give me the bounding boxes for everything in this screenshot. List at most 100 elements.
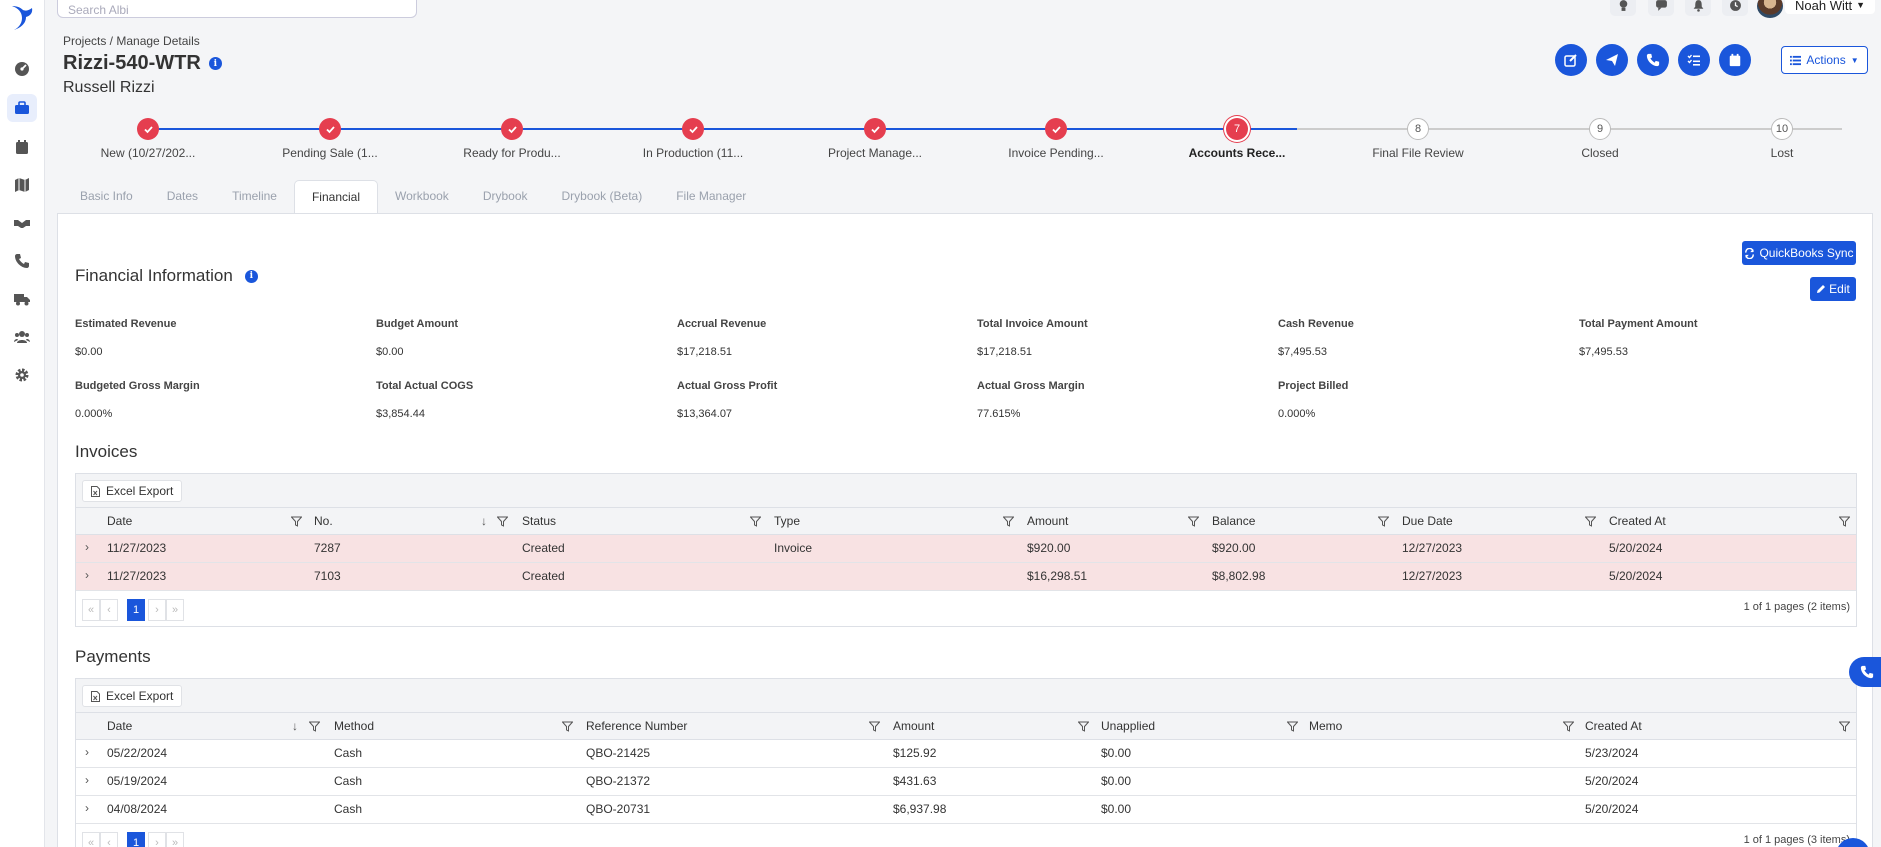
expand-row-icon[interactable]: ›	[85, 796, 89, 820]
first-page-button[interactable]: «	[82, 832, 100, 847]
expand-row-icon[interactable]: ›	[85, 563, 89, 587]
sidebar-item-map[interactable]	[7, 171, 37, 199]
filter-icon[interactable]	[750, 516, 761, 527]
sort-down-icon[interactable]: ↓	[481, 514, 487, 528]
tab-financial[interactable]: Financial	[293, 180, 378, 214]
schedule-button[interactable]	[1719, 44, 1751, 76]
step-new[interactable]: New (10/27/202...	[68, 118, 228, 160]
table-row[interactable]: › 04/08/2024 Cash QBO-20731 $6,937.98 $0…	[76, 796, 1856, 824]
step-in-production[interactable]: In Production (11...	[613, 118, 773, 160]
next-page-button[interactable]: ›	[148, 599, 166, 621]
table-row[interactable]: › 11/27/2023 7103 Created $16,298.51 $8,…	[76, 563, 1856, 591]
sidebar-item-users[interactable]	[7, 323, 37, 351]
step-final-file-review[interactable]: 8 Final File Review	[1338, 118, 1498, 160]
expand-row-icon[interactable]: ›	[85, 535, 89, 559]
albi-logo[interactable]	[6, 2, 36, 32]
history-button[interactable]	[1722, 0, 1748, 16]
filter-icon[interactable]	[1839, 721, 1850, 732]
step-lost[interactable]: 10 Lost	[1702, 118, 1862, 160]
last-page-button[interactable]: »	[166, 599, 184, 621]
table-row[interactable]: › 11/27/2023 7287 Created Invoice $920.0…	[76, 535, 1856, 563]
step-pending-sale[interactable]: Pending Sale (1...	[250, 118, 410, 160]
filter-icon[interactable]	[309, 721, 320, 732]
column-header-method[interactable]: Method	[334, 713, 374, 740]
column-header-due-date[interactable]: Due Date	[1402, 508, 1453, 535]
step-project-management[interactable]: Project Manage...	[795, 118, 955, 160]
avatar[interactable]	[1757, 0, 1783, 18]
last-page-button[interactable]: »	[166, 832, 184, 847]
next-page-button[interactable]: ›	[148, 832, 166, 847]
user-menu[interactable]: Noah Witt ▼	[1785, 0, 1875, 14]
info-icon[interactable]: i	[244, 269, 258, 283]
column-header-memo[interactable]: Memo	[1309, 713, 1342, 740]
filter-icon[interactable]	[1078, 721, 1089, 732]
tab-workbook[interactable]: Workbook	[378, 180, 466, 213]
tasks-button[interactable]	[1678, 44, 1710, 76]
first-page-button[interactable]: «	[82, 599, 100, 621]
table-row[interactable]: › 05/19/2024 Cash QBO-21372 $431.63 $0.0…	[76, 768, 1856, 796]
column-header-amount[interactable]: Amount	[893, 713, 934, 740]
column-header-created-at[interactable]: Created At	[1585, 713, 1642, 740]
sidebar-item-settings[interactable]	[7, 361, 37, 389]
invoices-excel-export-button[interactable]: Excel Export	[82, 480, 183, 502]
column-header-date[interactable]: Date	[107, 713, 132, 740]
sidebar-item-calls[interactable]	[7, 247, 37, 275]
filter-icon[interactable]	[1003, 516, 1014, 527]
table-row[interactable]: › 05/22/2024 Cash QBO-21425 $125.92 $0.0…	[76, 740, 1856, 768]
expand-row-icon[interactable]: ›	[85, 740, 89, 764]
filter-icon[interactable]	[869, 721, 880, 732]
lightbulb-button[interactable]	[1610, 0, 1636, 16]
edit-project-button[interactable]	[1555, 44, 1587, 76]
filter-icon[interactable]	[1188, 516, 1199, 527]
column-header-reference-number[interactable]: Reference Number	[586, 713, 687, 740]
call-button[interactable]	[1637, 44, 1669, 76]
tab-file-manager[interactable]: File Manager	[659, 180, 763, 213]
prev-page-button[interactable]: ‹	[100, 832, 118, 847]
column-header-created-at[interactable]: Created At	[1609, 508, 1666, 535]
chat-button[interactable]	[1648, 0, 1674, 16]
quickbooks-sync-button[interactable]: QuickBooks Sync	[1742, 241, 1856, 265]
tab-timeline[interactable]: Timeline	[215, 180, 294, 213]
edit-button[interactable]: Edit	[1810, 277, 1856, 301]
column-header-status[interactable]: Status	[522, 508, 556, 535]
filter-icon[interactable]	[1563, 721, 1574, 732]
tab-basic-info[interactable]: Basic Info	[63, 180, 150, 213]
step-ready-for-production[interactable]: Ready for Produ...	[432, 118, 592, 160]
search-input[interactable]: Search Albi	[57, 0, 417, 18]
sidebar-item-equipment[interactable]	[7, 285, 37, 313]
sidebar-item-projects[interactable]	[7, 94, 37, 122]
info-icon[interactable]: i	[208, 57, 222, 70]
step-accounts-receivable[interactable]: 7 Accounts Rece...	[1157, 118, 1317, 160]
actions-dropdown[interactable]: Actions ▼	[1781, 46, 1868, 74]
send-button[interactable]	[1596, 44, 1628, 76]
sidebar-item-calendar[interactable]	[7, 133, 37, 161]
tab-dates[interactable]: Dates	[150, 180, 215, 213]
page-number-button[interactable]: 1	[127, 599, 145, 621]
page-number-button[interactable]: 1	[127, 832, 145, 847]
filter-icon[interactable]	[497, 516, 508, 527]
column-header-balance[interactable]: Balance	[1212, 508, 1255, 535]
column-header-unapplied[interactable]: Unapplied	[1101, 713, 1155, 740]
filter-icon[interactable]	[1839, 516, 1850, 527]
step-invoice-pending[interactable]: Invoice Pending...	[976, 118, 1136, 160]
column-header-date[interactable]: Date	[107, 508, 132, 535]
tab-drybook[interactable]: Drybook	[466, 180, 545, 213]
sort-down-icon[interactable]: ↓	[292, 719, 298, 733]
filter-icon[interactable]	[1287, 721, 1298, 732]
notifications-button[interactable]	[1685, 0, 1711, 16]
column-header-type[interactable]: Type	[774, 508, 800, 535]
sidebar-item-partners[interactable]	[7, 209, 37, 237]
filter-icon[interactable]	[291, 516, 302, 527]
column-header-amount[interactable]: Amount	[1027, 508, 1068, 535]
tab-drybook-beta[interactable]: Drybook (Beta)	[545, 180, 660, 213]
filter-icon[interactable]	[562, 721, 573, 732]
payments-excel-export-button[interactable]: Excel Export	[82, 685, 183, 707]
sidebar-item-dashboard[interactable]	[7, 55, 37, 83]
filter-icon[interactable]	[1585, 516, 1596, 527]
filter-icon[interactable]	[1378, 516, 1389, 527]
expand-row-icon[interactable]: ›	[85, 768, 89, 792]
column-header-number[interactable]: No.	[314, 508, 333, 535]
prev-page-button[interactable]: ‹	[100, 599, 118, 621]
floating-call-button[interactable]	[1849, 657, 1881, 687]
step-closed[interactable]: 9 Closed	[1520, 118, 1680, 160]
